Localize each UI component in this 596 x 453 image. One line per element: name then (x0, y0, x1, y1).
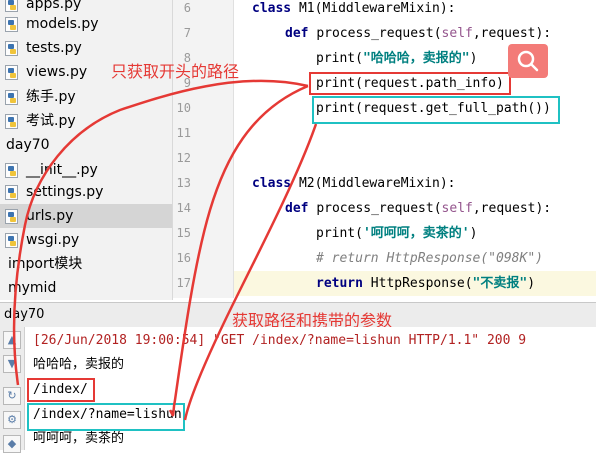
python-file-icon (5, 0, 18, 12)
line-number-gutter: 6 7 8 9 10 11 12 13 14 15 16 17 (173, 0, 234, 298)
code-line-14: def process_request(self,request): (285, 201, 552, 216)
tree-item-practice[interactable]: 练手.py (0, 85, 172, 109)
console-output: [26/Jun/2018 19:00:54] "GET /index/?name… (25, 327, 596, 450)
python-file-icon (5, 114, 18, 129)
code-line-6: class M1(MiddlewareMixin): (252, 1, 456, 16)
tree-folder-day70[interactable]: day70 (0, 133, 172, 157)
run-tab[interactable]: day70 (4, 303, 44, 327)
tree-item-label: __init__.py (26, 162, 98, 178)
highlight-box-full-path (312, 96, 560, 124)
highlight-box-output-full-path (27, 403, 185, 431)
python-file-icon (5, 163, 18, 178)
tree-item-label: tests.py (26, 40, 82, 56)
code-line-17: return HttpResponse("不卖报") (316, 276, 536, 291)
python-file-icon (5, 209, 18, 224)
line-number: 14 (176, 201, 191, 215)
code-line-15: print('呵呵呵，卖茶的') (316, 226, 478, 241)
python-file-icon (5, 185, 18, 200)
rerun-icon[interactable]: ↻ (3, 387, 21, 405)
pin-icon[interactable]: ◆ (3, 435, 21, 453)
tree-item-label: models.py (26, 16, 99, 32)
tree-item-tests[interactable]: tests.py (0, 36, 172, 60)
python-file-icon (5, 90, 18, 105)
line-number: 17 (176, 276, 191, 290)
tree-item-label: views.py (26, 64, 88, 80)
tree-item-label: 练手.py (26, 89, 76, 105)
tree-item-label: urls.py (26, 208, 74, 224)
highlight-box-output-path (27, 378, 95, 402)
line-number: 11 (176, 126, 191, 140)
python-file-icon (5, 41, 18, 56)
code-line-16: # return HttpResponse("098K") (316, 251, 543, 266)
tree-folder-mymid[interactable]: mymid (0, 276, 172, 300)
run-toolbar: ▲ ▼ ↻ ⚙ ◆ (0, 327, 25, 453)
tree-item-import-module[interactable]: import模块 (0, 252, 172, 276)
line-number: 12 (176, 151, 191, 165)
line-number: 16 (176, 251, 191, 265)
console-output-line: 哈哈哈，卖报的 (33, 357, 125, 372)
code-line-13: class M2(MiddlewareMixin): (252, 176, 456, 191)
tree-item-label: day70 (6, 137, 50, 153)
python-file-icon (5, 65, 18, 80)
tree-item-label: mymid (8, 280, 57, 296)
tree-item-urls[interactable]: urls.py (0, 204, 172, 228)
scroll-up-icon[interactable]: ▲ (3, 331, 21, 349)
line-number: 15 (176, 226, 191, 240)
tree-item-label: settings.py (26, 184, 104, 200)
tree-item-label: import模块 (8, 256, 83, 272)
annotation-path-info: 只获取开头的路径 (111, 62, 240, 81)
highlight-box-path-info (309, 72, 511, 95)
search-button[interactable] (508, 44, 548, 78)
console-log-line: [26/Jun/2018 19:00:54] "GET /index/?name… (33, 333, 527, 348)
settings-icon[interactable]: ⚙ (3, 411, 21, 429)
search-icon (517, 50, 539, 72)
line-number: 7 (183, 26, 191, 40)
code-line-7: def process_request(self,request): (285, 26, 552, 41)
line-number: 10 (176, 101, 191, 115)
tree-item-settings[interactable]: settings.py (0, 180, 172, 204)
project-tree: apps.py models.py tests.py views.py 练手.p… (0, 0, 173, 300)
scroll-down-icon[interactable]: ▼ (3, 355, 21, 373)
tree-item-label: 考试.py (26, 113, 76, 129)
tree-item-init[interactable]: __init__.py (0, 158, 172, 182)
python-file-icon (5, 17, 18, 32)
line-number: 13 (176, 176, 191, 190)
code-line-8: print("哈哈哈，卖报的") (316, 51, 478, 66)
tree-item-wsgi[interactable]: wsgi.py (0, 228, 172, 252)
line-number: 6 (183, 1, 191, 15)
tree-item-label: wsgi.py (26, 232, 80, 248)
python-file-icon (5, 233, 18, 248)
tree-item-models[interactable]: models.py (0, 12, 172, 36)
tree-item-exam[interactable]: 考试.py (0, 109, 172, 133)
